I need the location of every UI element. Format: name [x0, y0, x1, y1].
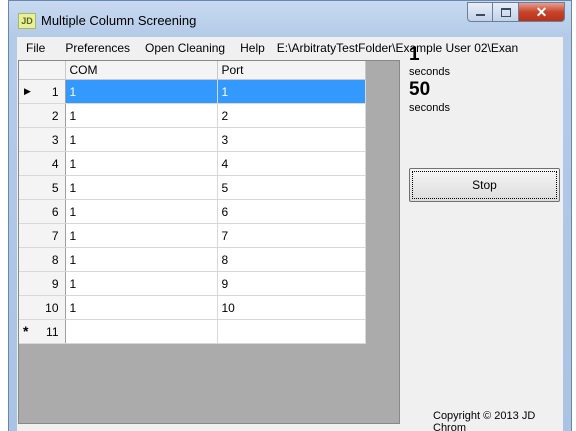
- column-header-com[interactable]: COM: [65, 61, 218, 80]
- cell-port[interactable]: 9: [217, 271, 366, 296]
- maximize-icon: [500, 7, 511, 17]
- row-header[interactable]: 8: [19, 247, 66, 272]
- row-number: 4: [51, 156, 59, 171]
- timer-value-1: 1: [409, 44, 420, 65]
- maximize-button[interactable]: [493, 2, 519, 22]
- row-header[interactable]: * 11: [19, 319, 66, 344]
- row-header[interactable]: 3: [19, 127, 66, 152]
- table-row[interactable]: 3 1 3: [19, 127, 366, 152]
- new-row-asterisk-icon: *: [23, 323, 29, 339]
- table-row[interactable]: 9 1 9: [19, 271, 366, 296]
- cell-port[interactable]: 3: [217, 127, 366, 152]
- app-window: JD Multiple Column Screening ✕ File Pref…: [8, 0, 572, 431]
- row-number: 9: [51, 276, 59, 291]
- copyright-text: Copyright © 2013 JD Chrom: [433, 410, 536, 431]
- row-header[interactable]: 4: [19, 151, 66, 176]
- client-area: File Preferences Open Cleaning Help E:\A…: [17, 37, 563, 431]
- cell-port[interactable]: 8: [217, 247, 366, 272]
- row-number: 5: [51, 180, 59, 195]
- timer-value-2: 50: [409, 79, 431, 100]
- column-header-port[interactable]: Port: [217, 61, 366, 80]
- window-title: Multiple Column Screening: [41, 13, 197, 28]
- cell-com[interactable]: 1: [65, 271, 218, 296]
- cell-port[interactable]: 10: [217, 295, 366, 320]
- grid-header-row: COM Port: [19, 61, 366, 80]
- row-number: 7: [51, 228, 59, 243]
- cell-port[interactable]: 6: [217, 199, 366, 224]
- row-header[interactable]: 5: [19, 175, 66, 200]
- timer-unit-2: seconds: [409, 102, 450, 114]
- cell-port[interactable]: 5: [217, 175, 366, 200]
- row-header[interactable]: 6: [19, 199, 66, 224]
- table-row[interactable]: 2 1 2: [19, 103, 366, 128]
- row-number: 6: [51, 204, 59, 219]
- timer-panel: 1 seconds 50 seconds Stop Copyright © 20…: [409, 37, 563, 431]
- row-number: 11: [46, 324, 59, 339]
- cell-com[interactable]: [65, 319, 218, 344]
- row-number: 1: [51, 84, 59, 99]
- menu-help[interactable]: Help: [233, 37, 273, 59]
- table-row[interactable]: ▶ 1 1 1: [19, 79, 366, 104]
- window-controls: ✕: [467, 2, 565, 22]
- cell-com[interactable]: 1: [65, 199, 218, 224]
- row-header[interactable]: 2: [19, 103, 66, 128]
- row-number: 8: [51, 252, 59, 267]
- row-header[interactable]: ▶ 1: [19, 79, 66, 104]
- cell-port[interactable]: 2: [217, 103, 366, 128]
- cell-com[interactable]: 1: [65, 79, 218, 104]
- table-row[interactable]: 7 1 7: [19, 223, 366, 248]
- table-row[interactable]: 8 1 8: [19, 247, 366, 272]
- cell-port[interactable]: 1: [217, 79, 366, 104]
- cell-com[interactable]: 1: [65, 103, 218, 128]
- jd-app-icon: JD: [18, 13, 36, 29]
- new-row[interactable]: * 11: [19, 319, 366, 344]
- minimize-icon: [475, 14, 485, 16]
- row-number: 2: [51, 108, 59, 123]
- row-number: 10: [45, 300, 59, 315]
- row-number: 3: [51, 132, 59, 147]
- cell-port[interactable]: 4: [217, 151, 366, 176]
- row-header[interactable]: 7: [19, 223, 66, 248]
- cell-port[interactable]: [217, 319, 366, 344]
- grid-table: COM Port ▶ 1 1 1 2 1 2 3 1 3 4 1 4 5 1 5…: [19, 61, 366, 344]
- cell-com[interactable]: 1: [65, 151, 218, 176]
- table-row[interactable]: 5 1 5: [19, 175, 366, 200]
- close-icon: ✕: [535, 3, 548, 20]
- menu-open-cleaning[interactable]: Open Cleaning: [138, 37, 233, 59]
- row-header[interactable]: 9: [19, 271, 66, 296]
- close-button[interactable]: ✕: [519, 2, 565, 22]
- minimize-button[interactable]: [467, 2, 493, 22]
- title-bar[interactable]: JD Multiple Column Screening ✕: [9, 1, 571, 37]
- table-row[interactable]: 6 1 6: [19, 199, 366, 224]
- row-header[interactable]: 10: [19, 295, 66, 320]
- cell-com[interactable]: 1: [65, 247, 218, 272]
- table-row[interactable]: 10 1 10: [19, 295, 366, 320]
- cell-port[interactable]: 7: [217, 223, 366, 248]
- grid-corner-header[interactable]: [19, 61, 66, 80]
- menu-preferences[interactable]: Preferences: [58, 37, 138, 59]
- menu-file[interactable]: File: [17, 37, 58, 59]
- cell-com[interactable]: 1: [65, 223, 218, 248]
- cell-com[interactable]: 1: [65, 295, 218, 320]
- timer-unit-1: seconds: [409, 66, 450, 78]
- screening-grid[interactable]: COM Port ▶ 1 1 1 2 1 2 3 1 3 4 1 4 5 1 5…: [18, 60, 400, 424]
- table-row[interactable]: 4 1 4: [19, 151, 366, 176]
- current-row-arrow-icon: ▶: [24, 86, 31, 96]
- cell-com[interactable]: 1: [65, 175, 218, 200]
- cell-com[interactable]: 1: [65, 127, 218, 152]
- stop-button[interactable]: Stop: [409, 168, 560, 202]
